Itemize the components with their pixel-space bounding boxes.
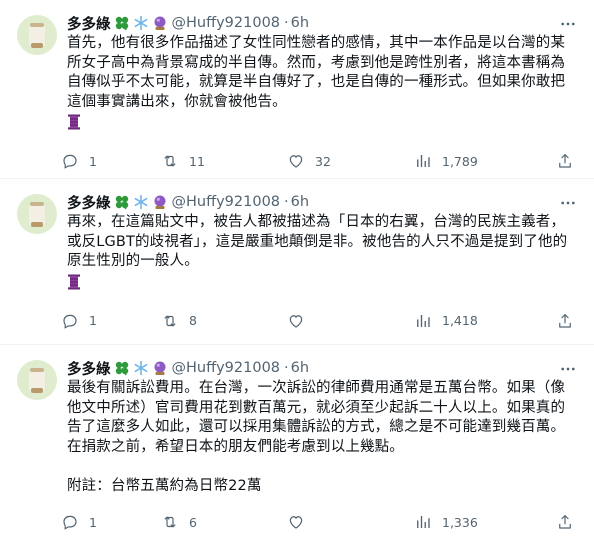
retweet-icon — [164, 155, 176, 167]
reply-button[interactable]: 1 — [61, 513, 161, 531]
like-button[interactable] — [287, 513, 414, 531]
crystal-ball-icon — [152, 194, 168, 210]
retweet-button[interactable]: 6 — [161, 513, 287, 531]
share-icon — [559, 154, 571, 168]
four-leaf-clover-icon — [114, 194, 130, 210]
timestamp[interactable]: 6h — [291, 15, 309, 31]
heart-icon — [289, 155, 303, 168]
reply-count: 1 — [89, 514, 97, 530]
four-leaf-clover-icon — [114, 15, 130, 31]
tweet[interactable]: 多多綠 @Huffy921008 · 6h 再來，在這篇貼文中，被告人都被描述為… — [0, 179, 594, 345]
share-icon — [559, 313, 571, 328]
more-options-icon[interactable] — [556, 191, 580, 215]
views-icon — [417, 155, 430, 167]
share-button[interactable] — [556, 312, 574, 330]
views-button[interactable]: 1,789 — [414, 152, 534, 170]
handle[interactable]: @Huffy921008 — [172, 15, 281, 31]
like-count: 32 — [315, 153, 331, 169]
retweet-button[interactable]: 11 — [161, 152, 287, 170]
reply-icon — [63, 314, 77, 329]
snowflake-icon — [133, 15, 149, 31]
retweet-icon — [164, 516, 176, 528]
views-count: 1,789 — [442, 153, 478, 169]
four-leaf-clover-icon — [114, 360, 130, 376]
display-name[interactable]: 多多綠 — [67, 192, 111, 213]
spool-icon — [67, 274, 578, 294]
crystal-ball-icon — [152, 360, 168, 376]
crystal-ball-icon — [152, 15, 168, 31]
reply-icon — [63, 154, 77, 169]
timestamp[interactable]: 6h — [291, 194, 309, 210]
share-button[interactable] — [556, 152, 574, 170]
heart-icon — [289, 516, 303, 529]
spool-icon — [67, 114, 578, 134]
retweet-count: 11 — [189, 153, 205, 169]
display-name[interactable]: 多多綠 — [67, 13, 111, 34]
like-button[interactable]: 32 — [287, 152, 414, 170]
reply-button[interactable]: 1 — [61, 312, 161, 330]
heart-icon — [289, 314, 303, 328]
like-button[interactable] — [287, 312, 414, 330]
separator-dot: · — [284, 194, 289, 210]
views-button[interactable]: 1,418 — [414, 312, 534, 330]
views-icon — [417, 314, 430, 327]
retweet-count: 6 — [189, 514, 197, 530]
snowflake-icon — [133, 194, 149, 210]
separator-dot: · — [284, 15, 289, 31]
tweet[interactable]: 多多綠 @Huffy921008 · 6h 最後有關訴訟費用。在台灣，一次訴訟的… — [0, 345, 594, 557]
views-button[interactable]: 1,336 — [414, 513, 534, 531]
avatar[interactable] — [17, 15, 57, 55]
timestamp[interactable]: 6h — [291, 360, 309, 376]
tweet[interactable]: 多多綠 @Huffy921008 · 6h 首先，他有很多作品描述了女性同性戀者… — [0, 0, 594, 179]
avatar[interactable] — [17, 194, 57, 234]
views-count: 1,418 — [442, 313, 478, 328]
avatar[interactable] — [17, 360, 57, 400]
reply-count: 1 — [89, 313, 97, 328]
views-icon — [417, 516, 430, 528]
share-button[interactable] — [556, 513, 574, 531]
more-options-icon[interactable] — [556, 357, 580, 381]
tweet-text: 首先，他有很多作品描述了女性同性戀者的感情，其中一本作品是以台灣的某所女子高中為… — [67, 35, 566, 110]
retweet-icon — [164, 315, 176, 326]
tweet-text: 最後有關訴訟費用。在台灣，一次訴訟的律師費用通常是五萬台幣。如果（像他文中所述）… — [67, 380, 566, 494]
share-icon — [559, 515, 571, 529]
views-count: 1,336 — [442, 514, 478, 530]
retweet-count: 8 — [189, 313, 197, 328]
tweet-text: 再來，在這篇貼文中，被告人都被描述為「日本的右翼，台灣的民族主義者，或反LGBT… — [67, 214, 568, 269]
display-name[interactable]: 多多綠 — [67, 358, 111, 379]
reply-button[interactable]: 1 — [61, 152, 161, 170]
separator-dot: · — [284, 360, 289, 376]
handle[interactable]: @Huffy921008 — [172, 360, 281, 376]
reply-count: 1 — [89, 153, 97, 169]
more-options-icon[interactable] — [556, 12, 580, 36]
handle[interactable]: @Huffy921008 — [172, 194, 281, 210]
reply-icon — [63, 515, 77, 530]
snowflake-icon — [133, 360, 149, 376]
retweet-button[interactable]: 8 — [161, 312, 287, 330]
